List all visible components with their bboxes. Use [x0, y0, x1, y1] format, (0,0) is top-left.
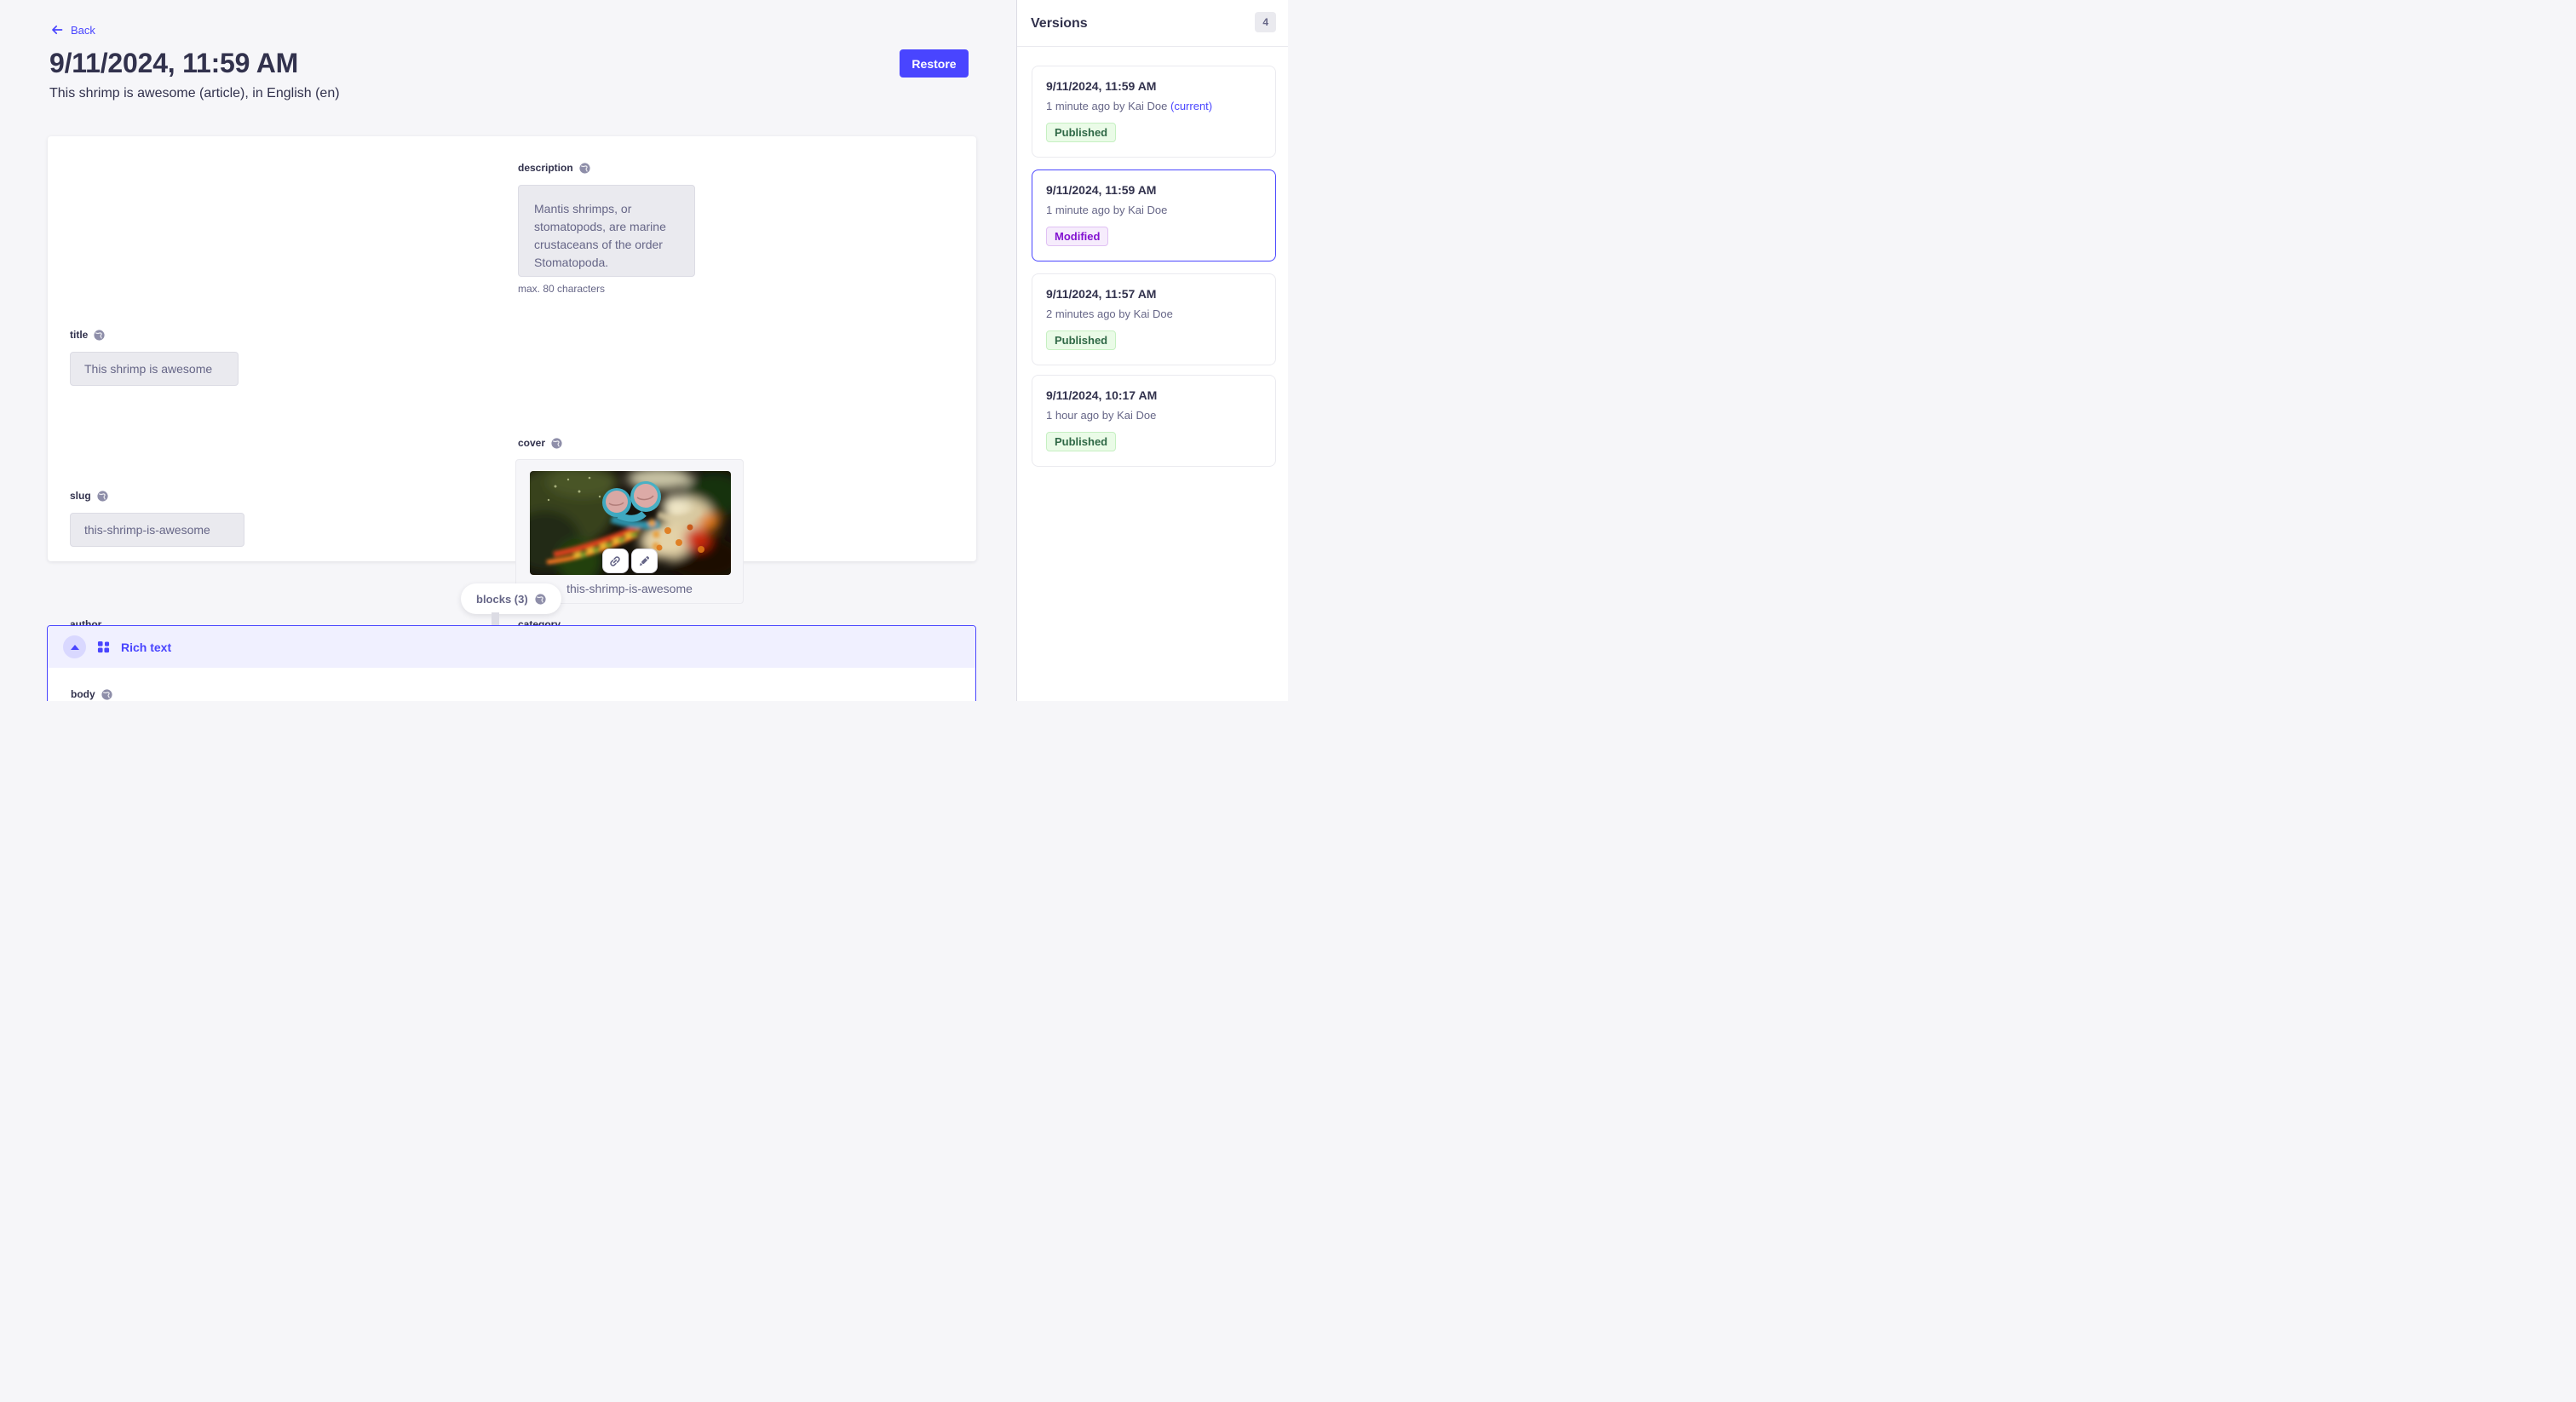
- rich-text-block: Rich text body: [47, 625, 976, 701]
- globe-icon: [94, 330, 105, 341]
- cover-label-text: cover: [518, 437, 545, 449]
- link-icon: [608, 554, 622, 568]
- version-status-badge: Modified: [1046, 227, 1108, 246]
- slug-label-text: slug: [70, 490, 91, 502]
- globe-icon: [101, 689, 112, 700]
- version-meta-text: 1 hour ago by Kai Doe: [1046, 409, 1156, 422]
- version-meta-text: 1 minute ago by Kai Doe: [1046, 100, 1167, 112]
- description-hint: max. 80 characters: [518, 283, 695, 295]
- blocks-pill[interactable]: blocks (3): [461, 583, 561, 614]
- component-grid-icon: [97, 641, 110, 653]
- version-meta: 1 minute ago by Kai Doe (current): [1046, 100, 1262, 112]
- versions-title: Versions: [1031, 16, 1088, 32]
- slug-field: slug this-shrimp-is-awesome: [70, 490, 244, 547]
- title-label-text: title: [70, 329, 88, 341]
- title-label: title: [70, 329, 239, 341]
- cover-actions: [516, 549, 743, 573]
- rich-text-block-title: Rich text: [121, 641, 171, 654]
- version-card[interactable]: 9/11/2024, 10:17 AM 1 hour ago by Kai Do…: [1032, 375, 1276, 467]
- versions-sidebar: Versions 4 9/11/2024, 11:59 AM 1 minute …: [1016, 0, 1288, 701]
- description-field: description Mantis shrimps, or stomatopo…: [518, 162, 695, 295]
- restore-button[interactable]: Restore: [900, 49, 969, 78]
- version-status-badge: Published: [1046, 123, 1116, 142]
- version-status-badge: Published: [1046, 432, 1116, 451]
- version-meta-text: 2 minutes ago by Kai Doe: [1046, 307, 1173, 320]
- version-meta: 1 hour ago by Kai Doe: [1046, 409, 1262, 422]
- cover-media-card: this-shrimp-is-awesome: [515, 459, 744, 604]
- cover-field: cover: [518, 437, 744, 604]
- title-input: This shrimp is awesome: [70, 352, 239, 386]
- copy-link-button[interactable]: [602, 549, 629, 573]
- rich-text-block-header[interactable]: Rich text: [48, 626, 975, 668]
- blocks-connector: [492, 612, 499, 626]
- page-subtitle: This shrimp is awesome (article), in Eng…: [49, 86, 340, 101]
- globe-icon: [97, 491, 108, 502]
- title-field: title This shrimp is awesome: [70, 329, 239, 386]
- globe-icon: [551, 438, 562, 449]
- version-history-page: Back 9/11/2024, 11:59 AM This shrimp is …: [0, 0, 1288, 701]
- description-label: description: [518, 162, 695, 174]
- version-current-link[interactable]: (current): [1170, 100, 1212, 112]
- entry-form-card: title This shrimp is awesome description…: [48, 136, 976, 561]
- chevron-up-icon: [71, 645, 79, 650]
- slug-input: this-shrimp-is-awesome: [70, 513, 244, 547]
- description-textarea: Mantis shrimps, or stomatopods, are mari…: [518, 185, 695, 277]
- version-date: 9/11/2024, 11:59 AM: [1046, 183, 1262, 197]
- back-link[interactable]: Back: [50, 23, 95, 37]
- version-card-selected[interactable]: 9/11/2024, 11:59 AM 1 minute ago by Kai …: [1032, 170, 1276, 261]
- back-label: Back: [71, 24, 95, 37]
- page-title: 9/11/2024, 11:59 AM: [49, 48, 298, 79]
- version-card[interactable]: 9/11/2024, 11:57 AM 2 minutes ago by Kai…: [1032, 273, 1276, 365]
- blocks-pill-label: blocks (3): [476, 593, 528, 606]
- arrow-left-icon: [50, 23, 64, 37]
- globe-icon: [579, 163, 590, 174]
- version-meta: 1 minute ago by Kai Doe: [1046, 204, 1262, 216]
- version-date: 9/11/2024, 11:59 AM: [1046, 79, 1262, 93]
- versions-count-badge: 4: [1255, 12, 1276, 32]
- versions-header: Versions 4: [1017, 0, 1288, 47]
- edit-button[interactable]: [631, 549, 658, 573]
- rich-text-block-body: body: [48, 668, 975, 700]
- collapse-block-button[interactable]: [63, 635, 86, 658]
- body-label: body: [71, 688, 975, 700]
- version-status-badge: Published: [1046, 330, 1116, 350]
- version-date: 9/11/2024, 10:17 AM: [1046, 388, 1262, 402]
- cover-label: cover: [518, 437, 744, 449]
- body-label-text: body: [71, 688, 95, 700]
- pencil-icon: [637, 554, 651, 568]
- description-label-text: description: [518, 162, 573, 174]
- version-card[interactable]: 9/11/2024, 11:59 AM 1 minute ago by Kai …: [1032, 66, 1276, 158]
- version-meta: 2 minutes ago by Kai Doe: [1046, 307, 1262, 320]
- version-meta-text: 1 minute ago by Kai Doe: [1046, 204, 1167, 216]
- globe-icon: [535, 594, 546, 605]
- version-date: 9/11/2024, 11:57 AM: [1046, 287, 1262, 301]
- slug-label: slug: [70, 490, 244, 502]
